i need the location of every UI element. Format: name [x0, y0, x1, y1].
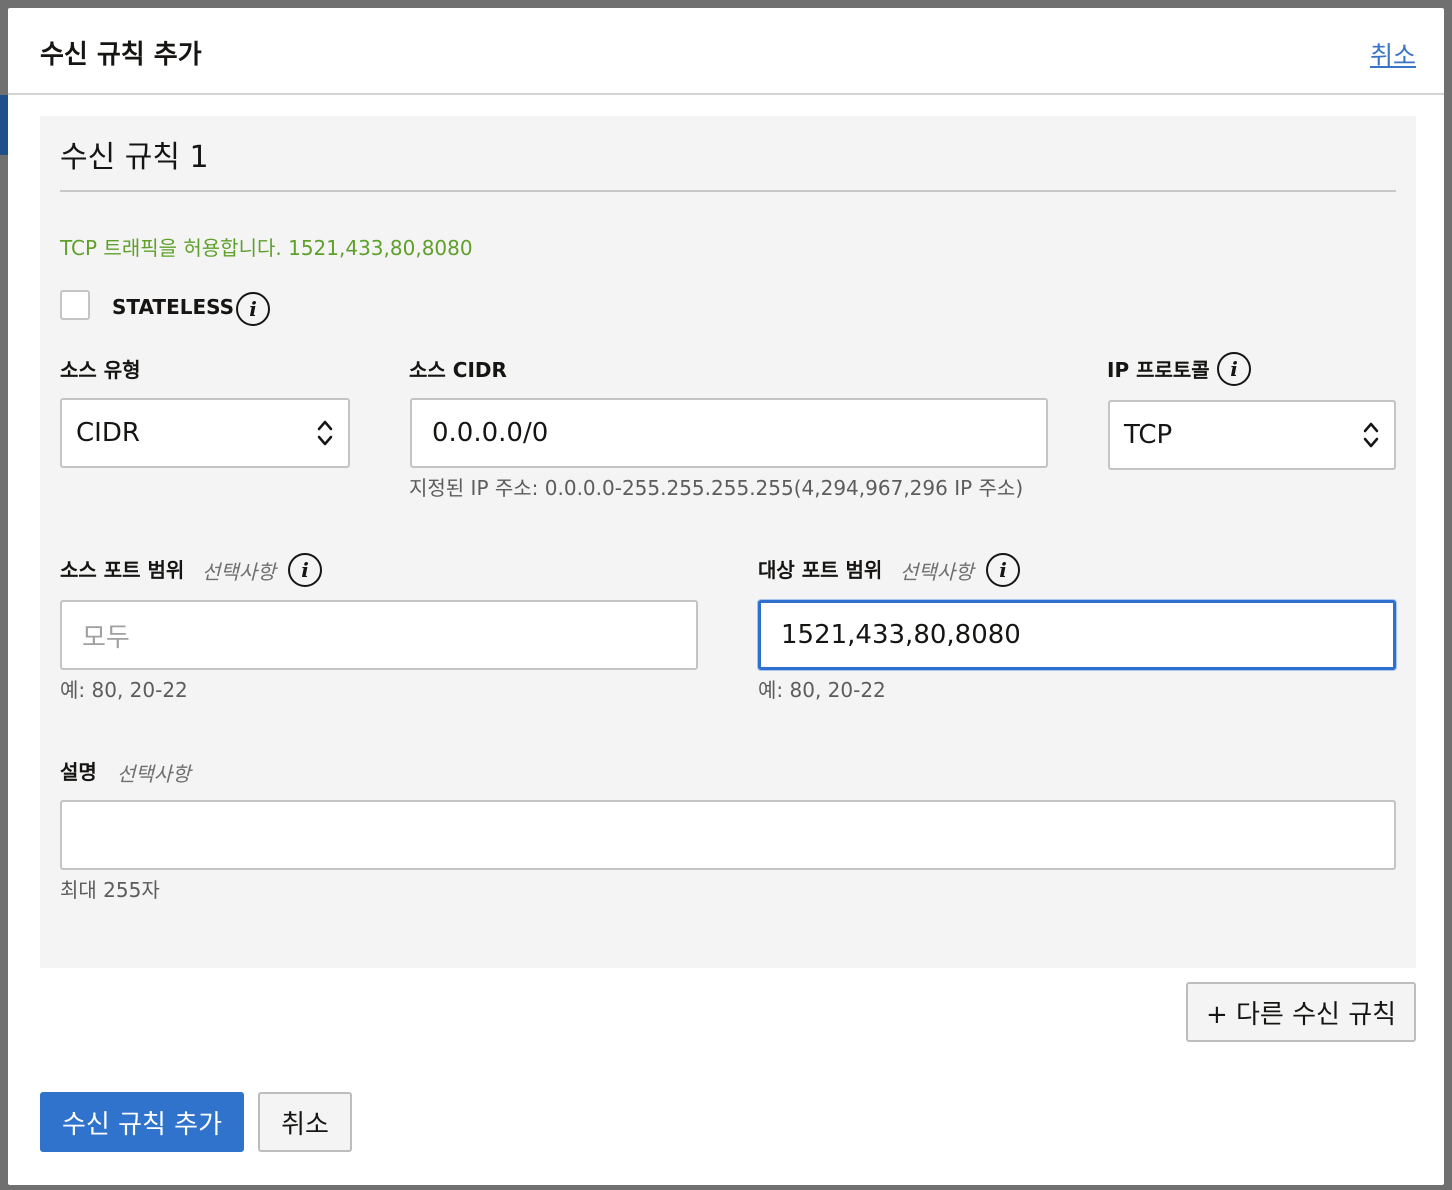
- source-type-select[interactable]: CIDR: [60, 398, 350, 468]
- stateless-checkbox[interactable]: [60, 290, 90, 320]
- dest-port-optional: 선택사항: [900, 560, 974, 584]
- ip-protocol-select[interactable]: TCP: [1108, 400, 1396, 470]
- header-cancel-link[interactable]: 취소: [1370, 36, 1416, 72]
- submit-add-rule-button[interactable]: 수신 규칙 추가: [40, 1092, 244, 1152]
- description-label: 설명: [60, 760, 97, 784]
- source-type-label: 소스 유형: [60, 358, 141, 382]
- source-type-value: CIDR: [76, 418, 140, 448]
- source-port-optional: 선택사항: [202, 560, 276, 584]
- dest-port-info-icon[interactable]: i: [986, 553, 1020, 587]
- rule-divider: [60, 190, 1396, 192]
- cancel-button[interactable]: 취소: [258, 1092, 352, 1152]
- add-ingress-rule-dialog: 수신 규칙 추가 취소 수신 규칙 1 TCP 트래픽을 허용합니다. 1521…: [8, 8, 1444, 1185]
- dest-port-help: 예: 80, 20-22: [758, 678, 886, 702]
- allow-traffic-note: TCP 트래픽을 허용합니다. 1521,433,80,8080: [60, 236, 473, 260]
- source-port-placeholder: 모두: [82, 622, 130, 653]
- add-another-rule-button[interactable]: + 다른 수신 규칙: [1186, 982, 1416, 1042]
- ip-protocol-label: IP 프로토콜: [1107, 358, 1210, 382]
- source-port-info-icon[interactable]: i: [288, 553, 322, 587]
- source-port-input[interactable]: 모두: [60, 600, 698, 670]
- dest-port-label: 대상 포트 범위: [758, 558, 883, 582]
- description-input[interactable]: [60, 800, 1396, 870]
- select-chevrons-icon: [317, 420, 333, 446]
- source-cidr-label: 소스 CIDR: [409, 358, 507, 382]
- source-port-help: 예: 80, 20-22: [60, 678, 188, 702]
- ip-protocol-value: TCP: [1124, 420, 1173, 450]
- source-port-label: 소스 포트 범위: [60, 558, 185, 582]
- ip-protocol-info-icon[interactable]: i: [1217, 352, 1251, 386]
- description-optional: 선택사항: [117, 762, 191, 786]
- dialog-title: 수신 규칙 추가: [40, 40, 202, 70]
- rule-title: 수신 규칙 1: [60, 140, 209, 175]
- stateless-label: STATELESS: [112, 295, 235, 319]
- select-chevrons-icon: [1363, 422, 1379, 448]
- dialog-header: 수신 규칙 추가 취소: [8, 8, 1444, 95]
- dest-port-value: 1521,433,80,8080: [781, 620, 1021, 650]
- ingress-rule-panel: 수신 규칙 1 TCP 트래픽을 허용합니다. 1521,433,80,8080…: [40, 116, 1416, 968]
- source-cidr-help: 지정된 IP 주소: 0.0.0.0-255.255.255.255(4,294…: [409, 476, 1024, 500]
- background-page-fragment: [0, 95, 8, 155]
- description-help: 최대 255자: [60, 878, 160, 902]
- stateless-info-icon[interactable]: i: [236, 292, 270, 326]
- dest-port-input[interactable]: 1521,433,80,8080: [758, 600, 1396, 670]
- source-cidr-value: 0.0.0.0/0: [432, 418, 549, 448]
- source-cidr-input[interactable]: 0.0.0.0/0: [410, 398, 1048, 468]
